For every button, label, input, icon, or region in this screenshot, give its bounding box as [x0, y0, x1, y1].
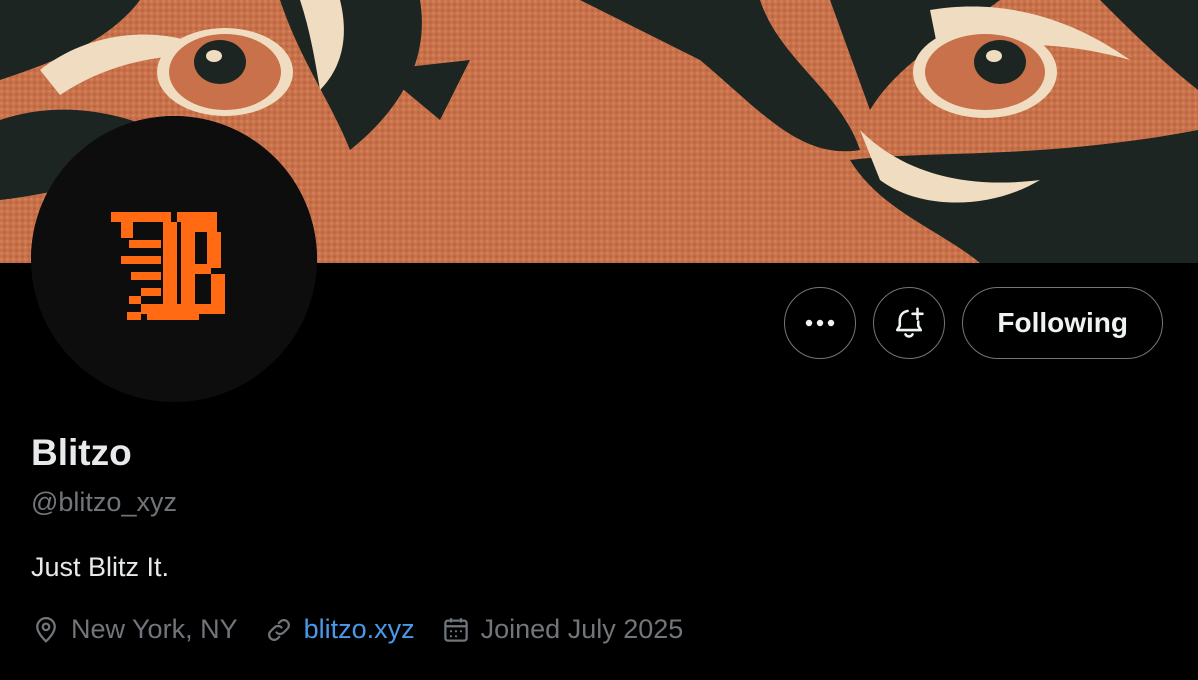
profile-meta: New York, NY blitzo.xyz Joined July 2025 — [31, 614, 709, 645]
joined-item: Joined July 2025 — [441, 614, 684, 645]
joined-text: Joined July 2025 — [480, 614, 684, 644]
more-horizontal-icon — [806, 319, 835, 327]
following-button[interactable]: Following — [962, 287, 1163, 359]
more-button[interactable] — [784, 287, 857, 359]
location-item: New York, NY — [31, 614, 238, 645]
avatar[interactable] — [31, 116, 317, 402]
user-bio: Just Blitz It. — [31, 552, 170, 582]
website-item[interactable]: blitzo.xyz — [264, 614, 415, 645]
link-icon — [267, 618, 290, 641]
location-pin-icon — [36, 616, 56, 643]
profile-actions: Following — [784, 287, 1163, 359]
blitzo-logo-icon — [31, 116, 317, 402]
location-text: New York, NY — [71, 614, 238, 644]
display-name: Blitzo — [31, 432, 132, 473]
bell-plus-icon — [896, 307, 925, 338]
user-handle: @blitzo_xyz — [31, 487, 177, 517]
notify-button[interactable] — [873, 287, 946, 359]
calendar-icon — [443, 617, 468, 642]
website-link[interactable]: blitzo.xyz — [304, 614, 415, 645]
